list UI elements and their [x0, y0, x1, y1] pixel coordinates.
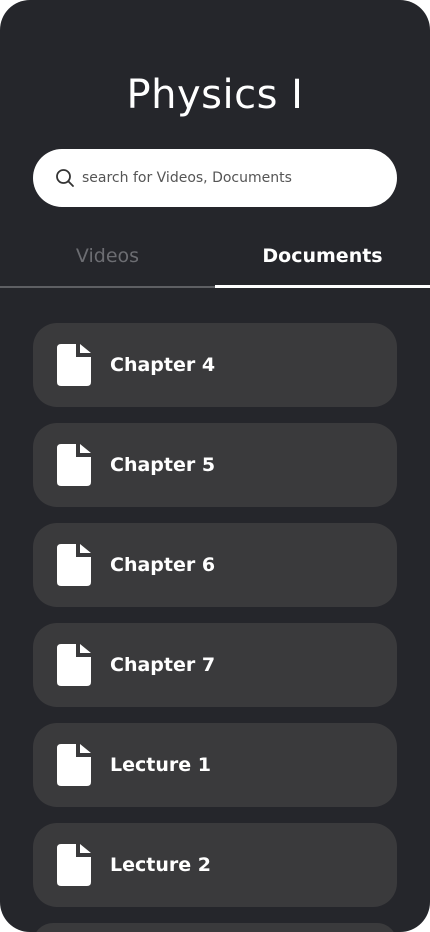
- search-icon: [54, 167, 76, 189]
- list-item[interactable]: Lecture 2: [33, 823, 397, 907]
- search-input[interactable]: [82, 170, 372, 186]
- list-item[interactable]: Lecture 1: [33, 723, 397, 807]
- list-item[interactable]: Chapter 7: [33, 623, 397, 707]
- document-icon: [57, 444, 91, 486]
- list-item[interactable]: Chapter 6: [33, 523, 397, 607]
- document-icon: [57, 744, 91, 786]
- tab-videos[interactable]: Videos: [0, 236, 215, 288]
- list-item[interactable]: Chapter 5: [33, 423, 397, 507]
- document-icon: [57, 344, 91, 386]
- list-item-label: Chapter 4: [110, 354, 216, 376]
- list-item-label: Chapter 7: [110, 654, 216, 676]
- list-item-label: Lecture 1: [110, 754, 211, 776]
- tab-bar: Videos Documents: [0, 236, 430, 290]
- list-item-label: Lecture 2: [110, 854, 211, 876]
- page-title: Physics I: [126, 72, 304, 118]
- list-item-label: Chapter 6: [110, 554, 216, 576]
- document-icon: [57, 844, 91, 886]
- search-bar[interactable]: [33, 149, 397, 207]
- tab-documents[interactable]: Documents: [215, 236, 430, 288]
- list-item-label: Chapter 5: [110, 454, 216, 476]
- list-item[interactable]: [33, 923, 397, 932]
- document-icon: [57, 544, 91, 586]
- document-list: Chapter 4 Chapter 5 Chapter 6 Chapter 7 …: [33, 323, 397, 932]
- list-item[interactable]: Chapter 4: [33, 323, 397, 407]
- app-screen: Physics I Videos Documents Chapter 4 Cha…: [0, 0, 430, 932]
- document-icon: [57, 644, 91, 686]
